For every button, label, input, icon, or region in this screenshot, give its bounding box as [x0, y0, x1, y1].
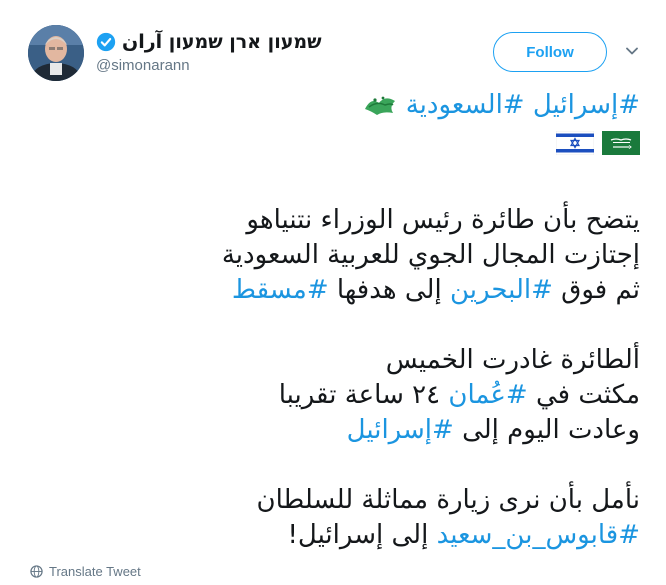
paragraph1-line3: ثم فوق #البحرين إلى هدفها #مسقط: [30, 273, 640, 308]
hashtag-israel-2[interactable]: #إسرائيل: [347, 415, 454, 445]
hashtag-line: #إسرائيل #السعودية: [30, 88, 640, 123]
hashtag-muscat[interactable]: #مسقط: [232, 275, 329, 305]
translate-tweet-link[interactable]: Translate Tweet: [30, 564, 141, 579]
flags-row: [30, 123, 640, 163]
hashtag-bahrain[interactable]: #البحرين: [450, 275, 553, 305]
green-calligraphy-emoji-icon: [365, 96, 396, 115]
author-display-name[interactable]: שמעון ארן שמעון آران: [122, 31, 322, 53]
paragraph2-line2-suffix: ٢٤ ساعة تقريبا: [278, 380, 449, 410]
paragraph1-line1: يتضح بأن طائرة رئيس الوزراء نتنياهو: [246, 205, 640, 235]
paragraph1-line2: إجتازت المجال الجوي للعربية السعودية: [221, 240, 640, 270]
paragraph3-line2: #قابوس_بن_سعيد إلى إسرائيل!: [30, 518, 640, 553]
hashtag-saudi[interactable]: #السعودية: [406, 90, 525, 120]
author-name-row[interactable]: שמעון ארן שמעון آران: [96, 31, 322, 53]
hashtag-oman[interactable]: #عُمان: [448, 380, 527, 410]
paragraph3-line1: نأمل بأن نرى زيارة مماثلة للسلطان: [256, 485, 640, 515]
paragraph2-line2-prefix: مكثت في: [527, 380, 640, 410]
hashtag-qaboos[interactable]: #قابوس_بن_سعيد: [437, 520, 640, 550]
paragraph1-line3-mid: إلى هدفها: [328, 275, 450, 305]
saudi-arabia-flag-icon: [602, 131, 640, 155]
avatar[interactable]: [28, 25, 84, 81]
avatar-image: [28, 25, 84, 81]
paragraph2-line1: ألطائرة غادرت الخميس: [385, 345, 640, 375]
paragraph3-line2-suffix: إلى إسرائيل!: [287, 520, 437, 550]
paragraph1-line3-prefix: ثم فوق: [552, 275, 640, 305]
israel-flag-icon: [556, 131, 594, 155]
follow-button[interactable]: Follow: [493, 32, 607, 72]
paragraph2-line3: وعادت اليوم إلى #إسرائيل: [30, 413, 640, 448]
paragraph2-line3-prefix: وعادت اليوم إلى: [453, 415, 640, 445]
hashtag-israel[interactable]: #إسرائيل: [533, 90, 640, 120]
paragraph2-line2: مكثت في #عُمان ٢٤ ساعة تقريبا: [30, 378, 640, 413]
verified-badge-icon: [96, 32, 116, 52]
translate-tweet-label[interactable]: Translate Tweet: [49, 564, 141, 579]
author-handle[interactable]: @simonarann: [96, 57, 190, 74]
tweet-text: #إسرائيل #السعودية يتضح بأن طائرة رئيس ا…: [30, 88, 640, 553]
tweet-card: שמעון ארן שמעון آران @simonarann Follow …: [0, 0, 666, 585]
globe-icon: [30, 565, 43, 578]
chevron-down-icon[interactable]: [625, 44, 639, 58]
